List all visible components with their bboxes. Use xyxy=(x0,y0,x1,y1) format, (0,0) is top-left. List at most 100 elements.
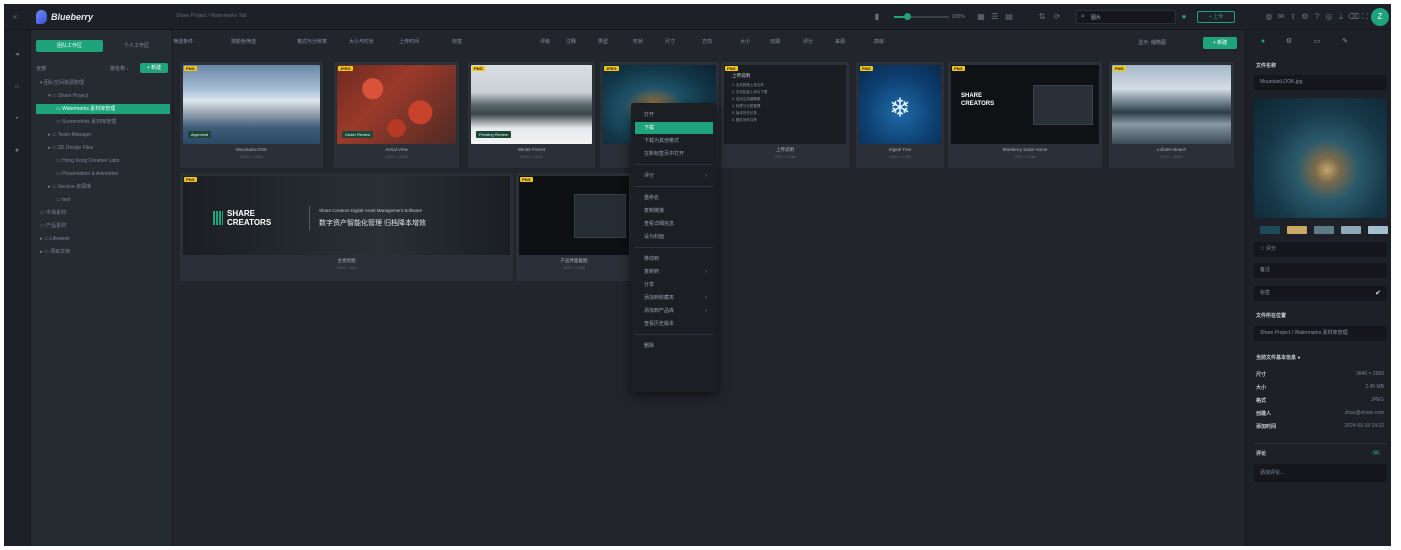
share-icon[interactable]: ⇪ xyxy=(1288,12,1298,22)
filter-item[interactable]: 评级 xyxy=(540,38,550,45)
rating-dropdown[interactable]: ☆ 评分 xyxy=(1254,242,1387,257)
folder-sort-button[interactable]: 按名称 ↓ xyxy=(110,65,129,72)
trash-icon[interactable]: ⌫ xyxy=(1348,12,1359,22)
folder-item[interactable]: ▸ ▭ Service 资源库 xyxy=(36,182,170,192)
color-swatch[interactable] xyxy=(1314,226,1334,234)
filter-item[interactable]: 来源 xyxy=(835,38,845,45)
context-menu-item[interactable]: 移动到 xyxy=(635,253,713,265)
folder-item[interactable]: ▸ ▭ Lifeweek xyxy=(36,234,170,244)
color-swatch[interactable] xyxy=(1341,226,1361,234)
comment-input[interactable]: 添加评论... xyxy=(1254,464,1387,482)
asset-thumbnail[interactable]: Pending Review xyxy=(471,65,592,144)
download-icon[interactable]: ⤓ xyxy=(1336,12,1346,22)
folder-item[interactable]: ▭ Presentation & Animation xyxy=(36,169,170,179)
description-field[interactable]: 备注 xyxy=(1254,263,1387,278)
info-icon[interactable]: ● xyxy=(1258,37,1268,47)
calendar-icon[interactable]: ▭ xyxy=(1312,37,1322,47)
zoom-slider-handle[interactable] xyxy=(904,13,911,20)
folder-item[interactable]: ▭ Screenshots 素材库管理 xyxy=(36,117,170,127)
context-menu-item[interactable]: 复制链接 xyxy=(635,205,713,217)
breadcrumb[interactable]: Share Project / Watermarks Tab xyxy=(176,13,247,19)
library-icon[interactable]: ▪ xyxy=(12,114,22,124)
context-menu-item[interactable]: 分享 xyxy=(635,279,713,291)
filter-item[interactable]: 形状 xyxy=(633,38,643,45)
context-menu-item[interactable]: 查看详细信息 xyxy=(635,218,713,230)
refresh-icon[interactable]: ⟳ xyxy=(1052,12,1062,22)
language-icon[interactable]: ◎ xyxy=(1324,12,1334,22)
asset-thumbnail[interactable]: 上传说明 1. 支持拖拽上传文件 2. 支持批量上传与下载 3. 自动生成缩略图 4. … xyxy=(724,65,846,144)
filter-item[interactable]: 类型 xyxy=(598,38,608,45)
app-logo[interactable]: Blueberry xyxy=(36,10,93,24)
context-menu-item[interactable]: 下载 xyxy=(635,122,713,134)
filter-item[interactable]: 高级 xyxy=(874,38,884,45)
asset-card[interactable]: PNG 产品界面截图 1920 × 1080 xyxy=(516,173,632,281)
sort-icon[interactable]: ⇅ xyxy=(1037,12,1047,22)
context-menu-item[interactable]: 添加到收藏夹 › xyxy=(635,292,713,304)
collapse-icon[interactable]: « xyxy=(10,12,20,22)
tags-field[interactable]: 标签 ✔ xyxy=(1254,286,1387,301)
folder-item[interactable]: ▭ test xyxy=(36,195,170,205)
fullscreen-icon[interactable]: ⛶ xyxy=(1360,12,1370,22)
asset-thumbnail[interactable]: SHARE CREATORS Share Creators Digital Asse… xyxy=(183,176,510,255)
filter-item[interactable]: 日期 xyxy=(770,38,780,45)
asset-card[interactable]: SHARE CREATORS PNG Blueberry SaaS Home 1920 … xyxy=(948,62,1102,168)
filter-item[interactable]: 上传时间 xyxy=(399,38,419,45)
settings-icon[interactable]: ⚙ xyxy=(1300,12,1310,22)
context-menu-item[interactable]: 复制到 › xyxy=(635,266,713,278)
context-menu-item[interactable]: 下载为其他格式 xyxy=(635,135,713,147)
asset-card[interactable]: ❄ PNG Digital Tree 1080 × 1350 xyxy=(856,62,944,168)
folder-item[interactable]: ▸ ▭ Team Manager xyxy=(36,130,170,140)
asset-thumbnail[interactable]: SHARE CREATORS xyxy=(951,65,1099,144)
image-size-icon[interactable]: ▮ xyxy=(872,12,882,22)
detail-view-icon[interactable]: ▤ xyxy=(1004,12,1014,22)
asset-card[interactable]: 上传说明 1. 支持拖拽上传文件 2. 支持批量上传与下载 3. 自动生成缩略图 4. … xyxy=(721,62,849,168)
context-menu-item[interactable]: 重命名 xyxy=(635,192,713,204)
asset-thumbnail[interactable]: ❄ xyxy=(859,65,941,144)
context-menu-item[interactable]: 查看历史版本 xyxy=(635,318,713,330)
new-asset-button[interactable]: + 新建 xyxy=(1203,37,1237,49)
context-menu-item[interactable]: 设为封面 xyxy=(635,231,713,243)
view-mode-button[interactable]: 显示: 缩略图 xyxy=(1133,37,1171,49)
edit-tags-icon[interactable]: ✔ xyxy=(1375,286,1381,301)
context-menu-item[interactable]: 评分 › xyxy=(635,170,713,182)
context-menu-item[interactable]: 删除 xyxy=(635,340,713,352)
folder-item[interactable]: ▾ ▭ Share Project xyxy=(36,91,170,101)
filter-item[interactable]: 方向 xyxy=(702,38,712,45)
search-input[interactable] xyxy=(1091,12,1171,22)
context-menu-item[interactable]: 在新标签页中打开 xyxy=(635,148,713,160)
color-swatch[interactable] xyxy=(1368,226,1388,234)
asset-card[interactable]: Under Review JPEG Aerial View 4000 × 3000 xyxy=(334,62,459,168)
settings-icon[interactable]: ⚙ xyxy=(1284,37,1294,47)
upload-button[interactable]: + 上传 xyxy=(1197,11,1235,23)
filter-item[interactable]: 注释 xyxy=(566,38,576,45)
tab-team-workspace[interactable]: 团队工作区 xyxy=(36,40,103,52)
color-swatch[interactable] xyxy=(1287,226,1307,234)
users-icon[interactable]: ● xyxy=(12,146,22,156)
folder-item[interactable]: ▾ 团队空间资源管理 xyxy=(36,78,170,88)
folder-item[interactable]: ▭ 产品素材 xyxy=(36,221,170,231)
context-menu-item[interactable]: 添加到产品库 › xyxy=(635,305,713,317)
filter-icon[interactable]: ● xyxy=(1179,12,1189,22)
filter-item[interactable]: 大小 xyxy=(740,38,750,45)
asset-thumbnail[interactable]: Approved xyxy=(183,65,320,144)
zoom-slider[interactable] xyxy=(894,13,949,20)
filter-item[interactable]: 按颜色筛选 xyxy=(231,38,256,45)
filter-item[interactable]: 评分 xyxy=(803,38,813,45)
asset-thumbnail[interactable] xyxy=(519,176,629,255)
grid-view-icon[interactable]: ▦ xyxy=(976,12,986,22)
color-swatch[interactable] xyxy=(1260,226,1280,234)
notification-icon[interactable]: ◍ xyxy=(1264,12,1274,22)
asset-thumbnail[interactable]: Under Review xyxy=(337,65,456,144)
asset-thumbnail[interactable] xyxy=(1112,65,1231,144)
help-icon[interactable]: ? xyxy=(1312,12,1322,22)
user-avatar[interactable]: Z xyxy=(1371,8,1389,26)
location-field[interactable]: Share Project / Watermarks 素材库管理 xyxy=(1254,326,1387,341)
asset-card[interactable]: Pending Review PNG Winter Forest 2048 × 136… xyxy=(468,62,595,168)
new-folder-button[interactable]: + 新建 xyxy=(140,63,168,73)
filter-item[interactable]: 大小与时长 xyxy=(349,38,374,45)
asset-card[interactable]: Approved PNG MountainLOOK 3840 × 2560 xyxy=(180,62,323,168)
filter-item[interactable]: 标签 xyxy=(452,38,462,45)
home-icon[interactable]: ⌂ xyxy=(12,82,22,92)
search-box[interactable]: ⌕ xyxy=(1076,10,1176,24)
file-name-field[interactable]: MountainLOOK.jpg xyxy=(1254,75,1387,90)
